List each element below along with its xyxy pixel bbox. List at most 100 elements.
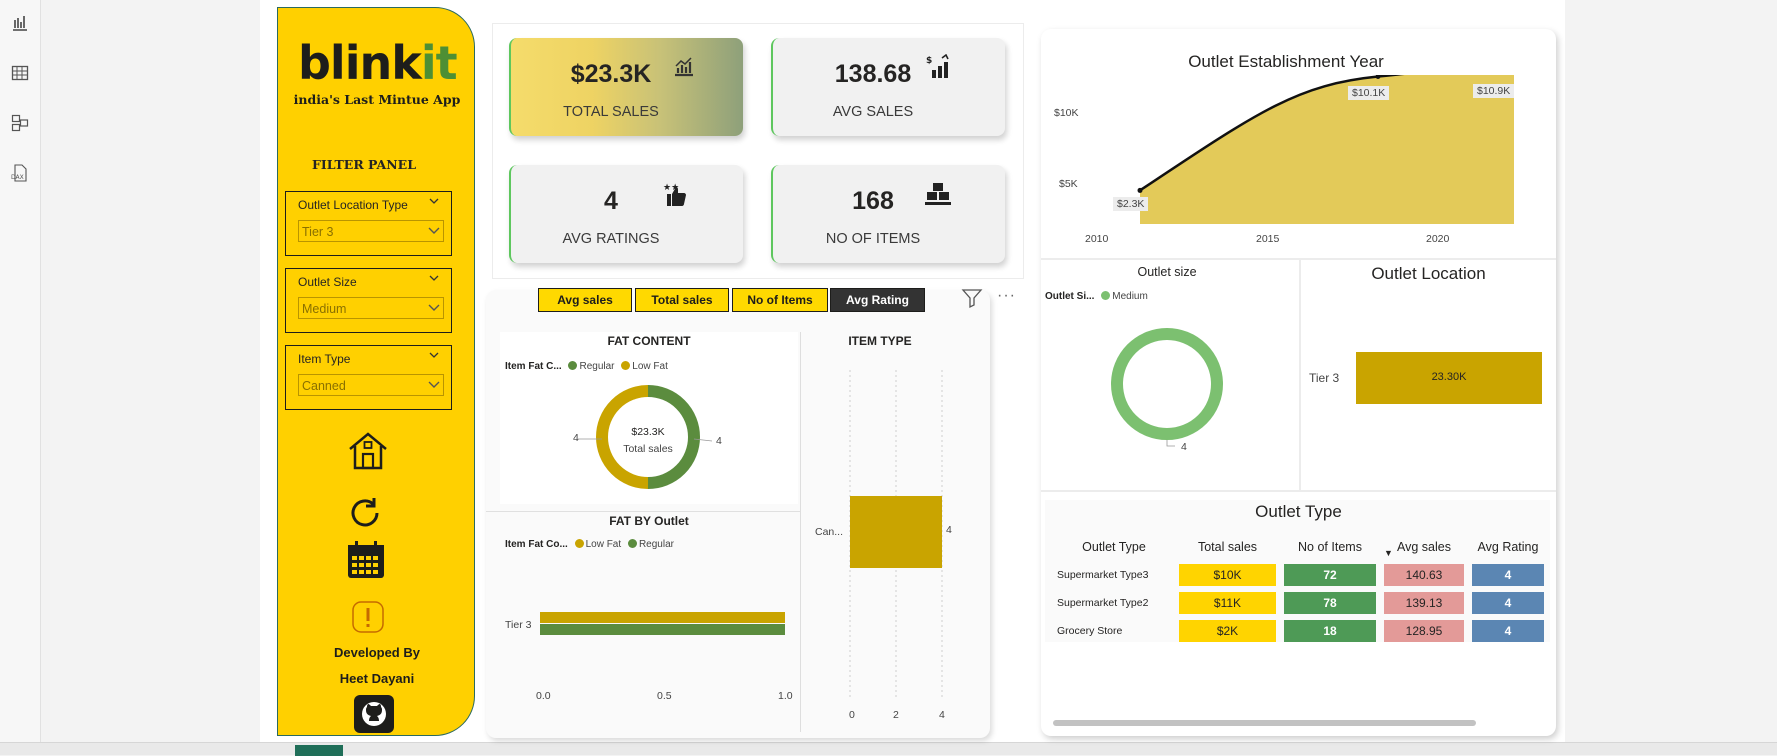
bar[interactable] (850, 496, 942, 568)
cell-no-of-items: 72 (1284, 564, 1376, 586)
donut-center-value: $23.3K (631, 426, 665, 438)
chevron-down-icon[interactable] (429, 351, 439, 359)
home-icon[interactable] (345, 428, 391, 474)
cell-avg-rating: 4 (1472, 564, 1544, 586)
legend-item: Regular (579, 361, 615, 372)
divider (486, 511, 800, 512)
slicer-value: Tier 3 (302, 225, 334, 239)
y-tick-label: $5K (1059, 178, 1078, 190)
filter-panel-title: FILTER PANEL (312, 157, 416, 172)
outlet-size-donut[interactable] (1100, 322, 1240, 452)
horizontal-scrollbar[interactable] (1053, 720, 1476, 726)
page-tabs-bar (0, 742, 1777, 756)
chart-legend: Outlet Si... Medium (1045, 291, 1148, 302)
kpi-caption: AVG SALES (832, 104, 914, 120)
bar-regular[interactable] (540, 624, 785, 635)
donut-slice-medium[interactable] (1111, 328, 1223, 440)
kpi-caption: AVG RATINGS (562, 231, 660, 247)
chevron-down-icon (428, 381, 440, 388)
dollar-bars-icon: $ (926, 54, 949, 78)
svg-text:★★: ★★ (663, 183, 679, 193)
svg-text:$: $ (926, 56, 932, 66)
x-tick-label: 1.0 (778, 690, 793, 702)
metric-button-no-of-items[interactable]: No of Items (732, 288, 828, 312)
chevron-down-icon[interactable] (429, 197, 439, 205)
chart-title: ITEM TYPE (848, 334, 912, 348)
legend-title: Outlet Si... (1045, 291, 1095, 302)
area-fill (1140, 75, 1514, 224)
legend-title: Item Fat Co... (505, 539, 568, 550)
column-header[interactable]: Total sales (1175, 536, 1280, 558)
column-header[interactable]: Outlet Type (1053, 536, 1175, 558)
slicer-label: Outlet Location Type (298, 198, 408, 212)
slicer-dropdown[interactable]: Canned (298, 374, 444, 396)
data-point[interactable] (1137, 187, 1143, 193)
chevron-down-icon (428, 227, 440, 234)
cell-no-of-items: 78 (1284, 592, 1376, 614)
cell-avg-sales: 128.95 (1384, 620, 1464, 642)
chevron-down-icon[interactable] (429, 274, 439, 282)
table-row[interactable]: Supermarket Type3 $10K 72 140.63 4 (1053, 564, 1548, 586)
x-tick-label: 2015 (1256, 233, 1280, 245)
slicer-dropdown[interactable]: Tier 3 (298, 220, 444, 242)
fat-by-outlet-category: Tier 3 (505, 619, 532, 631)
data-label: $10.9K (1473, 84, 1515, 98)
table-view-icon[interactable] (5, 58, 35, 88)
slicer-value: Medium (302, 302, 347, 316)
kpi-avg-sales: 138.68 AVG SALES $ (771, 38, 1005, 136)
fat-by-outlet-bar-chart (540, 612, 785, 635)
column-header[interactable]: Avg Rating (1468, 536, 1548, 558)
more-options-button[interactable]: ··· (997, 287, 1016, 305)
kpi-avg-ratings: 4 AVG RATINGS ★★ (509, 165, 743, 263)
item-type-bar-chart (849, 370, 943, 698)
data-label: $2.3K (1113, 197, 1149, 211)
table-title: Outlet Type (1255, 502, 1342, 521)
filter-icon[interactable] (961, 287, 983, 309)
column-header[interactable]: No of Items (1280, 536, 1380, 558)
metric-button-avg-sales[interactable]: Avg sales (538, 288, 632, 312)
cell-avg-sales: 140.63 (1384, 564, 1464, 586)
kpi-caption: TOTAL SALES (563, 104, 659, 120)
metric-button-total-sales[interactable]: Total sales (635, 288, 729, 312)
slicer-item-type[interactable]: Item Type Canned (285, 345, 452, 410)
chart-title: FAT CONTENT (607, 334, 691, 348)
x-tick-label: 0.5 (657, 690, 672, 702)
report-view-icon[interactable] (5, 8, 35, 38)
metric-button-avg-rating[interactable]: Avg Rating (830, 288, 925, 312)
kpi-no-of-items: 168 NO OF ITEMS (771, 165, 1005, 263)
model-view-icon[interactable] (5, 108, 35, 138)
chart-title: Outlet Establishment Year (1188, 52, 1384, 71)
bar-low-fat[interactable] (540, 612, 785, 623)
table-row[interactable]: Supermarket Type2 $11K 78 139.13 4 (1053, 592, 1548, 614)
refresh-icon[interactable] (345, 493, 385, 533)
calendar-icon[interactable] (344, 538, 388, 582)
cell-total-sales: $2K (1179, 620, 1276, 642)
chart-title: Outlet Location (1371, 264, 1486, 283)
github-icon[interactable] (354, 695, 394, 733)
svg-text:DAX: DAX (11, 174, 24, 181)
column-header[interactable]: Avg sales ▼ (1380, 536, 1468, 558)
x-tick-label: 0.0 (536, 690, 551, 702)
info-icon[interactable] (348, 597, 388, 637)
chart-title: Outlet size (1137, 265, 1197, 279)
cell-avg-rating: 4 (1472, 592, 1544, 614)
slicer-label: Item Type (298, 352, 351, 366)
slicer-dropdown[interactable]: Medium (298, 297, 444, 319)
cell-outlet-type: Supermarket Type3 (1057, 569, 1149, 581)
divider (1041, 490, 1556, 492)
establishment-area-chart[interactable] (1041, 75, 1556, 250)
cell-avg-rating: 4 (1472, 620, 1544, 642)
slicer-outlet-size[interactable]: Outlet Size Medium (285, 268, 452, 333)
page-tab-active[interactable] (295, 745, 343, 756)
bar-data-label: 23.30K (1431, 371, 1467, 383)
table-row[interactable]: Grocery Store $2K 18 128.95 4 (1053, 620, 1548, 642)
sort-desc-icon: ▼ (1384, 548, 1393, 558)
view-rail: DAX (0, 0, 41, 755)
dax-query-icon[interactable]: DAX (5, 158, 35, 188)
slicer-outlet-location-type[interactable]: Outlet Location Type Tier 3 (285, 191, 452, 256)
y-tick-label: $10K (1054, 107, 1079, 119)
cell-total-sales: $11K (1179, 592, 1276, 614)
cell-outlet-type: Grocery Store (1057, 625, 1123, 637)
developer-name: Heet Dayani (339, 671, 415, 686)
chevron-down-icon (428, 304, 440, 311)
